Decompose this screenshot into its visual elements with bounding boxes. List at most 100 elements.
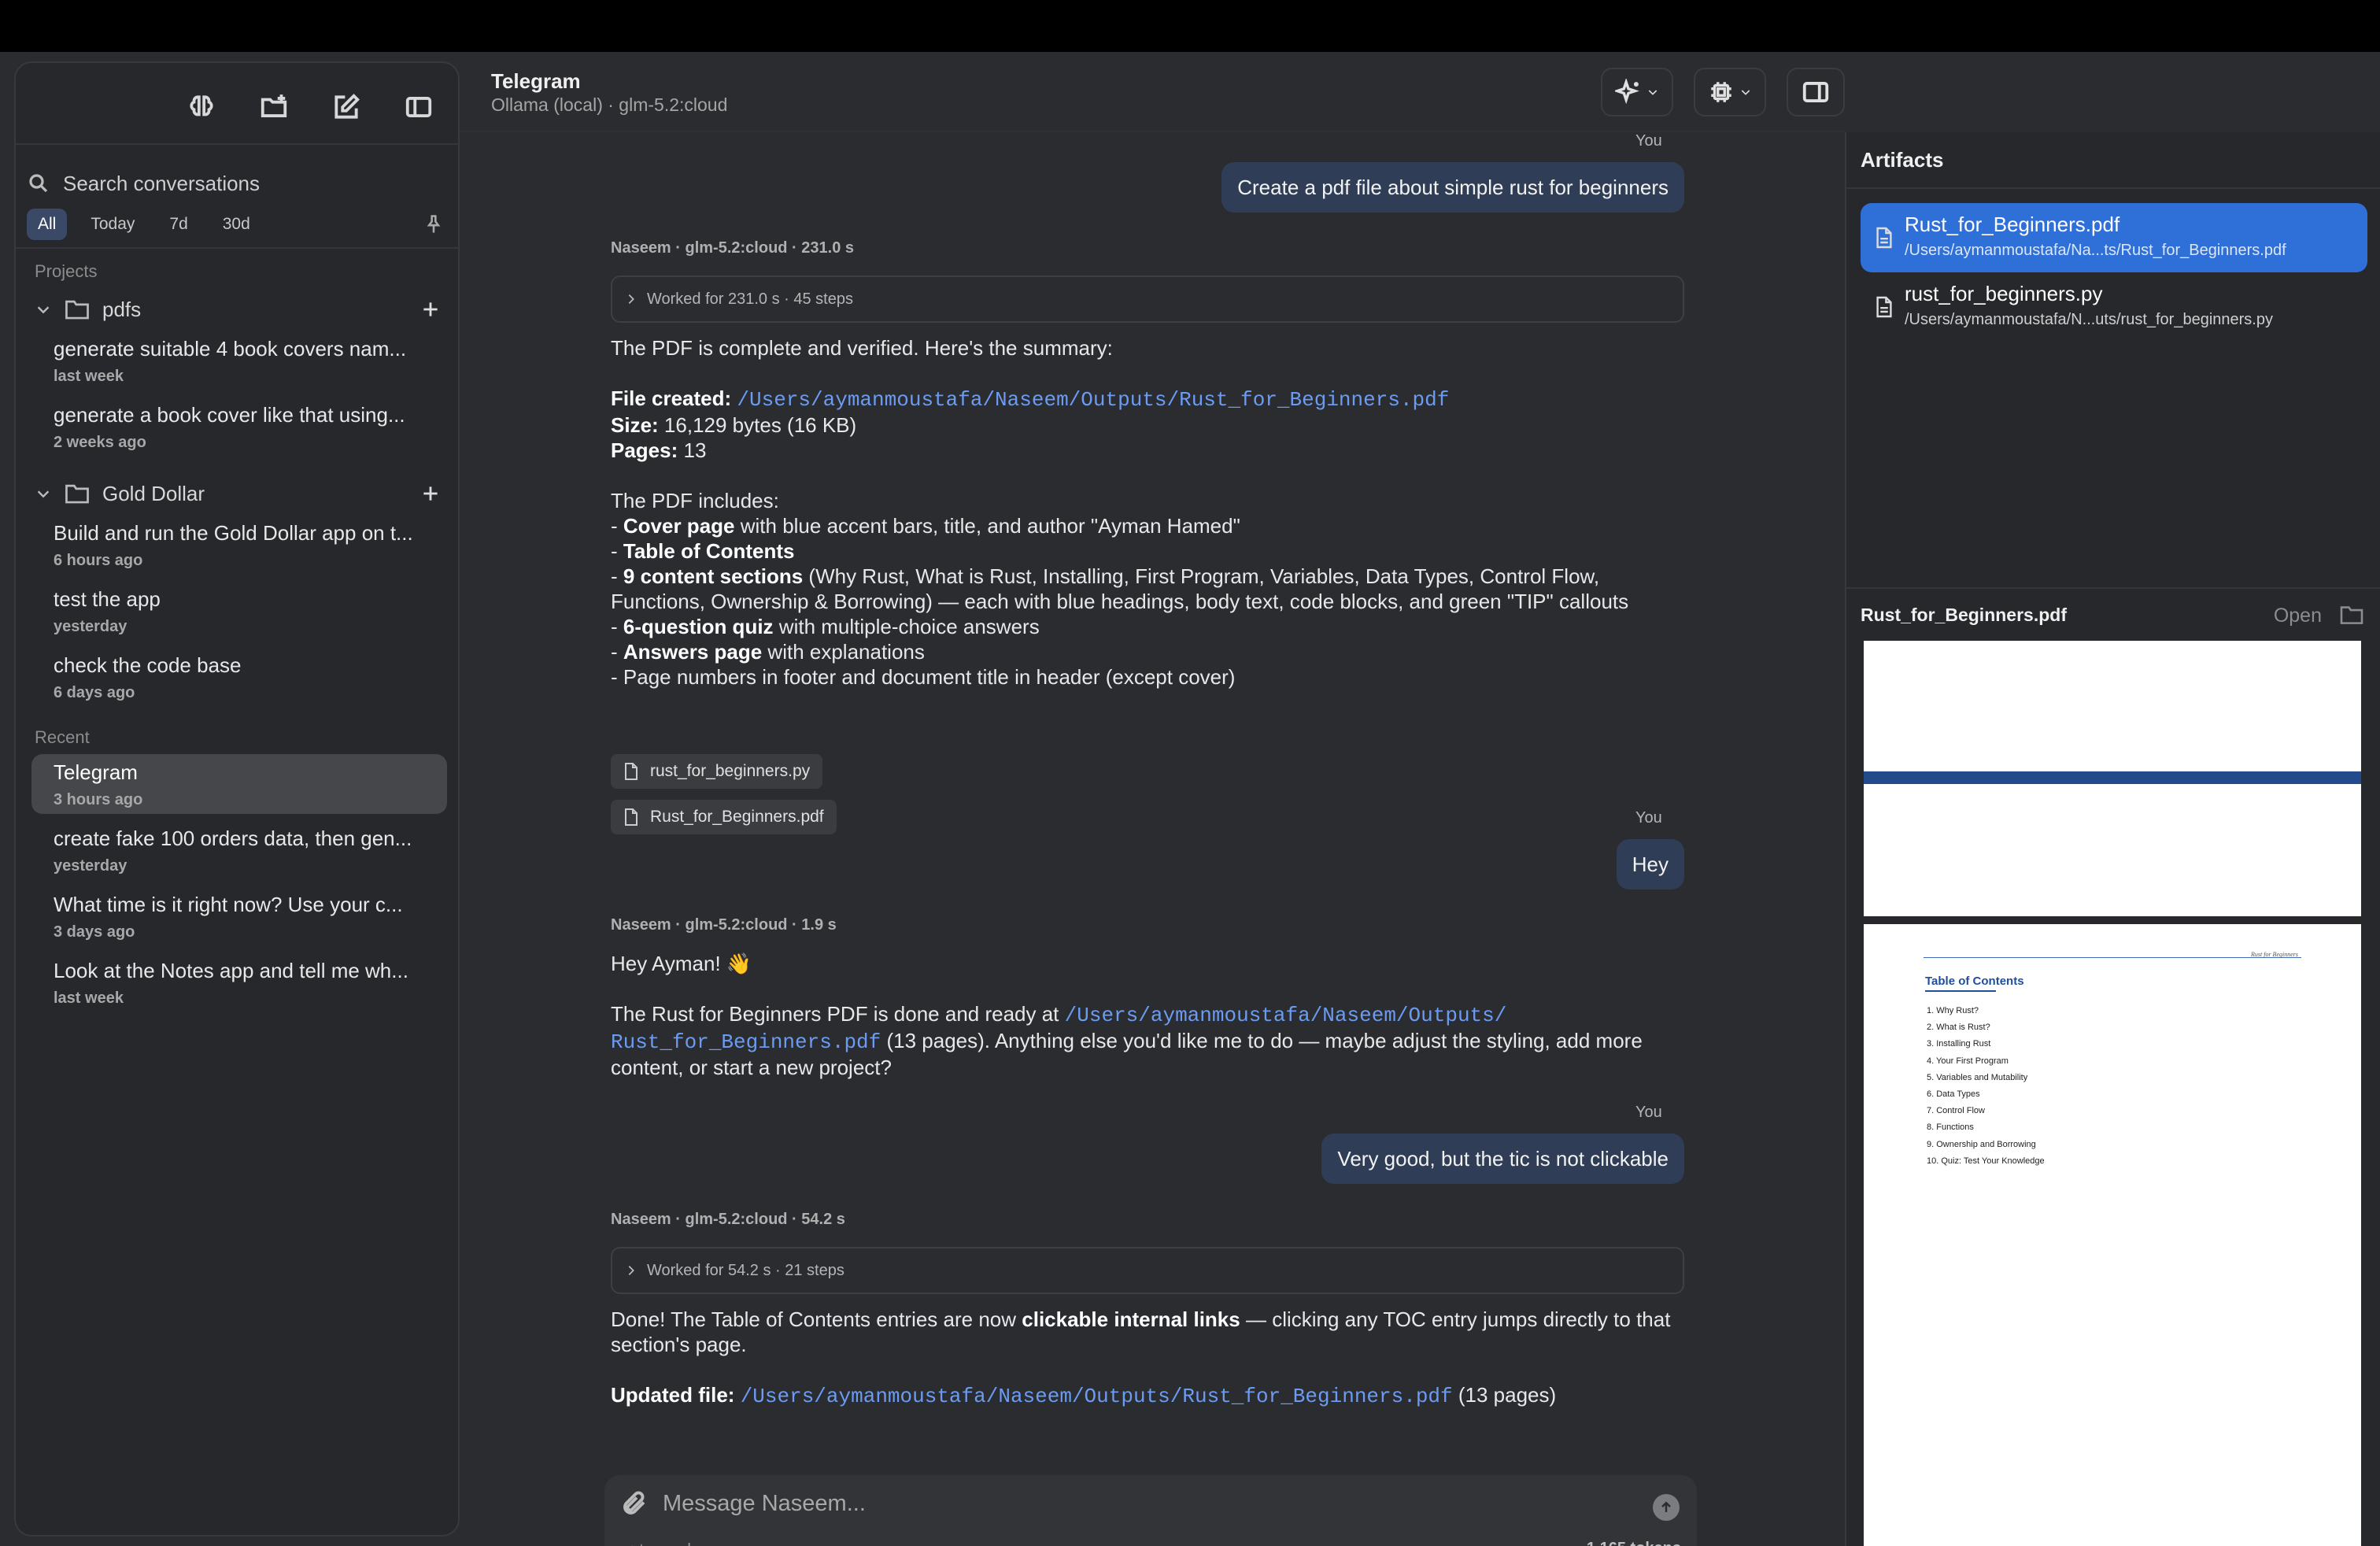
toc-entry[interactable]: 1. Why Rust? [1927, 1003, 2045, 1019]
compose-button[interactable] [324, 85, 368, 129]
chevron-down-icon [37, 306, 50, 314]
attach-button[interactable] [620, 1489, 650, 1519]
toc-entry[interactable]: 8. Functions [1927, 1119, 2045, 1136]
panel-toggle-icon [1802, 82, 1829, 102]
add-to-folder-button[interactable] [419, 298, 442, 321]
conversation-item[interactable]: create fake 100 orders data, then gen...… [31, 820, 447, 880]
user-message: Very good, but the tic is not clickable [1321, 1134, 1684, 1184]
folder-icon [2340, 606, 2363, 624]
conversation-item[interactable]: generate a book cover like that using...… [31, 397, 447, 457]
user-message: Hey [1616, 839, 1684, 890]
label: Updated file: [611, 1383, 735, 1407]
model-subtitle: Ollama (local) · glm-5.2:cloud [491, 94, 728, 115]
reveal-in-folder-button[interactable] [2339, 605, 2366, 627]
app-window: All Today 7d 30d Projects pdfs generate … [0, 52, 2380, 1546]
search-input[interactable] [63, 171, 425, 196]
conversation-item[interactable]: Build and run the Gold Dollar app on t..… [31, 515, 447, 575]
file-path-link[interactable]: Rust_for_Beginners.pdf [611, 1030, 881, 1054]
artifact-item-selected[interactable]: Rust_for_Beginners.pdf /Users/aymanmoust… [1861, 203, 2367, 272]
pdf-page-cover [1864, 641, 2361, 916]
cpu-icon [1711, 82, 1731, 102]
list-item-text: with multiple-choice answers [778, 615, 1040, 638]
conversation-title: create fake 100 orders data, then gen... [54, 827, 412, 850]
folder-pdfs[interactable]: pdfs [35, 291, 442, 327]
conversation-title: generate a book cover like that using... [54, 403, 405, 427]
new-folder-icon [261, 94, 287, 117]
file-path-link[interactable]: /Users/aymanmoustafa/Naseem/Outputs/Rust… [741, 1385, 1453, 1408]
pdf-page-toc: Rust for Beginners Table of Contents 1. … [1864, 924, 2361, 1546]
pages-value: 13 [683, 438, 707, 462]
conversation-item[interactable]: check the code base 6 days ago [31, 647, 447, 707]
sparkle-menu-button[interactable] [1601, 68, 1673, 117]
sidebar: All Today 7d 30d Projects pdfs generate … [14, 61, 460, 1537]
file-chip[interactable]: Rust_for_Beginners.pdf [611, 800, 837, 834]
artifact-item[interactable]: rust_for_beginners.py /Users/aymanmousta… [1861, 272, 2367, 342]
filter-all[interactable]: All [27, 209, 68, 240]
folder-gold-dollar[interactable]: Gold Dollar [35, 475, 442, 512]
pin-icon [427, 215, 441, 233]
includes-label: The PDF includes: [611, 489, 779, 512]
toc-entry[interactable]: 5. Variables and Mutability [1927, 1070, 2045, 1086]
artifacts-panel: Artifacts Rust_for_Beginners.pdf /Users/… [1845, 132, 2380, 1546]
recent-label: Recent [35, 727, 90, 747]
toc-entry[interactable]: 2. What is Rust? [1927, 1019, 2045, 1036]
worked-steps-toggle[interactable]: Worked for 54.2 s · 21 steps [611, 1247, 1684, 1294]
worked-steps-label: Worked for 54.2 s · 21 steps [647, 1261, 844, 1279]
conversation-title: Build and run the Gold Dollar app on t..… [54, 521, 413, 545]
conversation-item[interactable]: What time is it right now? Use your c...… [31, 886, 447, 946]
sidebar-toolbar [179, 85, 458, 135]
reply-text: The Rust for Beginners PDF is done and r… [611, 1002, 1059, 1026]
conversation-time: yesterday [54, 857, 128, 875]
filter-7d[interactable]: 7d [158, 209, 198, 240]
toc-entry[interactable]: 6. Data Types [1927, 1086, 2045, 1103]
conversation-item-active[interactable]: Telegram 3 hours ago [31, 754, 447, 814]
chat-title: Telegram [491, 69, 581, 93]
new-folder-button[interactable] [252, 85, 296, 129]
cpu-menu-button[interactable] [1694, 68, 1766, 117]
folder-icon [65, 484, 89, 504]
open-button[interactable]: Open [2274, 605, 2322, 627]
list-item-text: Page numbers in footer and document titl… [623, 665, 1236, 689]
list-item-bold: Cover page [623, 514, 735, 538]
worked-steps-toggle[interactable]: Worked for 231.0 s · 45 steps [611, 276, 1684, 323]
send-hint: ↩ to send [622, 1540, 691, 1546]
conversation-item[interactable]: test the app yesterday [31, 581, 447, 641]
pin-button[interactable] [420, 211, 447, 238]
assistant-meta: Naseem · glm-5.2:cloud · 54.2 s [611, 1211, 845, 1228]
message-composer: ↩ to send 1,165 tokens [604, 1475, 1697, 1546]
brain-button[interactable] [179, 85, 224, 129]
toc-entry[interactable]: 9. Ownership and Borrowing [1927, 1137, 2045, 1153]
token-count: 1,165 tokens [1587, 1540, 1681, 1546]
divider [16, 143, 458, 145]
artifact-name: Rust_for_Beginners.pdf [1905, 213, 2120, 236]
list-item-bold: 6-question quiz [623, 615, 774, 638]
assistant-meta: Naseem · glm-5.2:cloud · 1.9 s [611, 916, 837, 934]
message-input[interactable] [663, 1491, 1568, 1517]
compose-icon [334, 94, 360, 119]
list-item-text: with blue accent bars, title, and author… [740, 514, 1240, 538]
conversation-item[interactable]: Look at the Notes app and tell me wh... … [31, 952, 447, 1012]
sidebar-toggle-button[interactable] [397, 85, 441, 129]
search-bar [27, 165, 447, 202]
filter-30d[interactable]: 30d [212, 209, 261, 240]
conversation-item[interactable]: generate suitable 4 book covers nam... l… [31, 331, 447, 390]
page-header-title: Rust for Beginners [2251, 951, 2298, 958]
toc-entry[interactable]: 4. Your First Program [1927, 1053, 2045, 1070]
send-button[interactable] [1653, 1494, 1680, 1521]
brain-icon [190, 95, 213, 117]
toc-entry[interactable]: 10. Quiz: Test Your Knowledge [1927, 1153, 2045, 1170]
conversation-time: last week [54, 989, 124, 1007]
filter-today[interactable]: Today [79, 209, 146, 240]
panel-toggle-button[interactable] [1787, 68, 1845, 117]
page-header-rule [1924, 957, 2301, 958]
toc-entry[interactable]: 7. Control Flow [1927, 1103, 2045, 1119]
file-path-link[interactable]: /Users/aymanmoustafa/Naseem/Outputs/ [1065, 1004, 1507, 1027]
conversation-time: 2 weeks ago [54, 434, 146, 451]
toc-title: Table of Contents [1925, 975, 2024, 988]
toc-entry[interactable]: 3. Installing Rust [1927, 1036, 2045, 1052]
assistant-message: The PDF is complete and verified. Here's… [611, 335, 1684, 690]
file-path-link[interactable]: /Users/aymanmoustafa/Naseem/Outputs/Rust… [737, 388, 1449, 412]
list-item-bold: Table of Contents [623, 539, 795, 563]
file-chip[interactable]: rust_for_beginners.py [611, 754, 823, 789]
add-to-folder-button[interactable] [419, 482, 442, 505]
